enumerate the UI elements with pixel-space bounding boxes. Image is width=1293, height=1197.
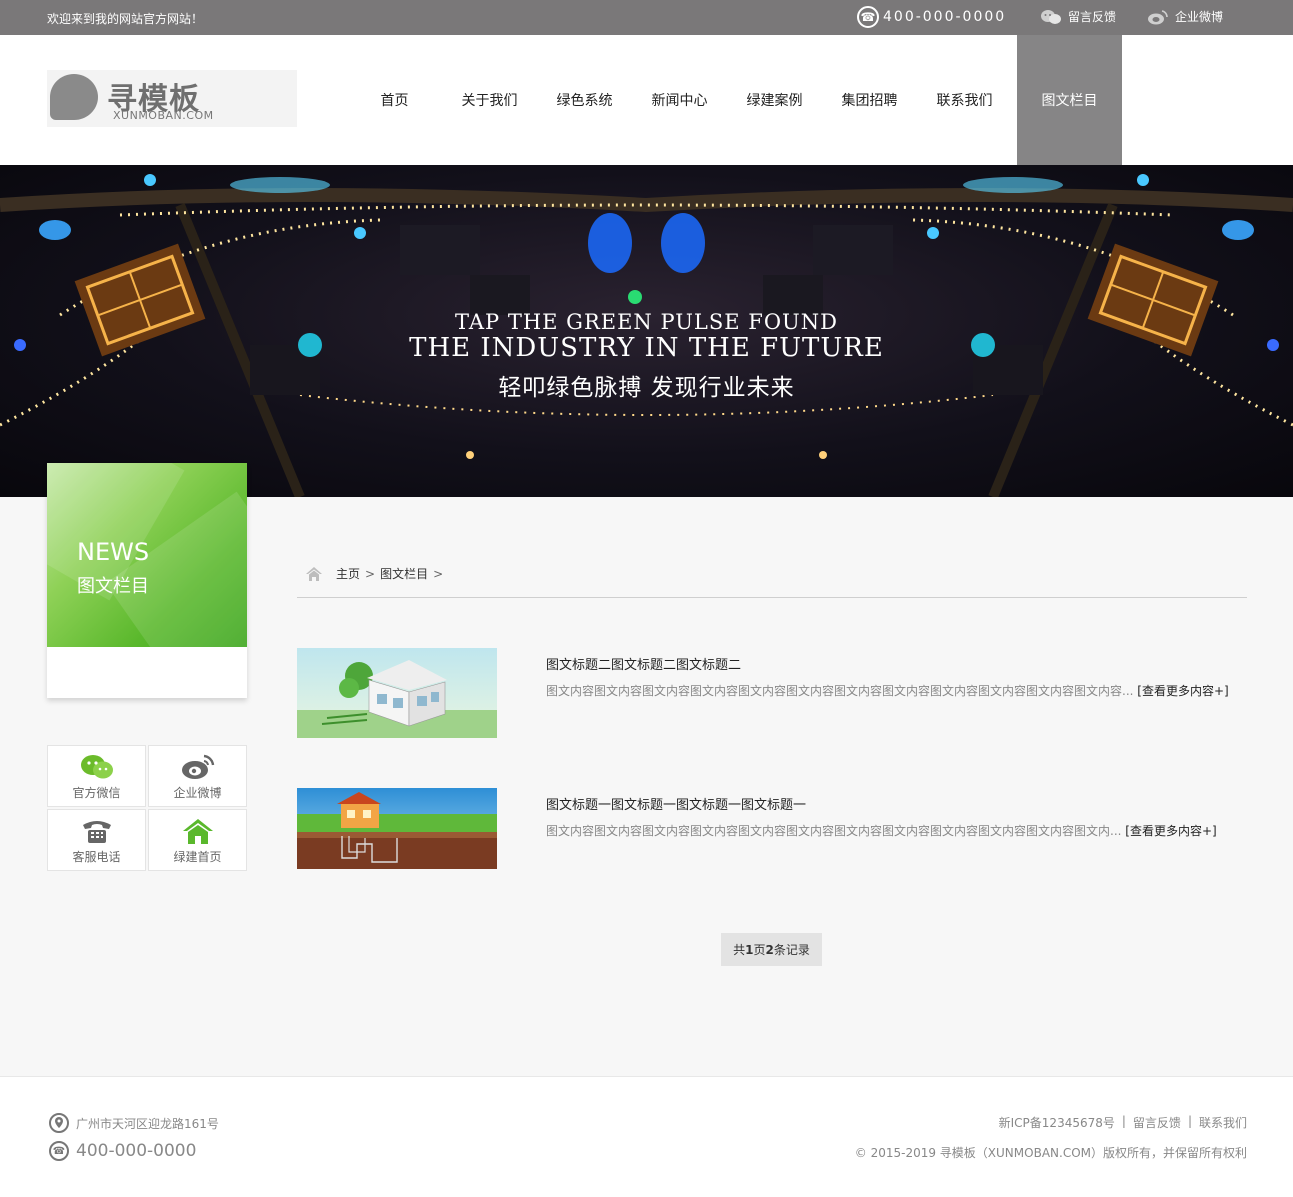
breadcrumb-separator: > (365, 566, 376, 581)
pager-suffix: 条记录 (773, 943, 810, 957)
nav-item-home[interactable]: 首页 (347, 35, 442, 165)
phone-icon: ☎ (857, 6, 879, 28)
footer-phone: ☎ 400-000-0000 (49, 1141, 196, 1161)
top-bar: 欢迎来到我的网站官方网站！ ☎ 400-000-0000 留言反馈 企业微博 (0, 0, 1293, 35)
nav-item-contact[interactable]: 联系我们 (917, 35, 1012, 165)
wechat-icon (1040, 9, 1062, 25)
top-phone-number: 400-000-0000 (883, 9, 1007, 25)
quick-wechat[interactable]: 官方微信 (47, 745, 146, 807)
nav-item-news[interactable]: 新闻中心 (632, 35, 727, 165)
banner-line-1: TAP THE GREEN PULSE FOUND (455, 310, 838, 334)
pager-pages: 1 (745, 942, 754, 957)
footer-address-text: 广州市天河区迎龙路161号 (76, 1116, 219, 1131)
location-pin-icon (49, 1113, 69, 1133)
quick-home-label: 绿建首页 (173, 849, 222, 864)
side-category-card: NEWS 图文栏目 (47, 463, 247, 698)
nav-item-gallery[interactable]: 图文栏目 (1017, 35, 1122, 165)
quick-links: 官方微信 企业微博 客服电话 绿建首页 (47, 745, 247, 871)
home-icon (180, 816, 216, 846)
wechat-icon (79, 752, 115, 782)
category-cn: 图文栏目 (77, 576, 149, 597)
article-thumbnail[interactable] (297, 648, 497, 738)
quick-weibo[interactable]: 企业微博 (148, 745, 247, 807)
quick-wechat-label: 官方微信 (72, 785, 121, 800)
house-image (297, 648, 497, 738)
footer-link-separator: | (1187, 1114, 1192, 1128)
breadcrumb: 主页 > 图文栏目 > (305, 565, 448, 582)
read-more-link[interactable]: [查看更多内容+] (1125, 824, 1216, 838)
header: 寻模板 XUNMOBAN.COM 首页 关于我们 绿色系统 新闻中心 绿建案例 … (0, 35, 1293, 165)
pager-mid: 页 (753, 943, 766, 957)
footer-copyright: © 2015-2019 寻模板（XUNMOBAN.COM）版权所有，并保留所有权… (854, 1146, 1247, 1160)
nav-item-jobs[interactable]: 集团招聘 (822, 35, 917, 165)
nav-item-cases[interactable]: 绿建案例 (727, 35, 822, 165)
weibo-icon (1147, 9, 1169, 25)
quick-home[interactable]: 绿建首页 (148, 809, 247, 871)
main-nav: 首页 关于我们 绿色系统 新闻中心 绿建案例 集团招聘 联系我们 图文栏目 (347, 35, 1122, 165)
pager-prefix: 共 (733, 943, 746, 957)
article-thumbnail[interactable] (297, 788, 497, 869)
footer-link-feedback[interactable]: 留言反馈 (1133, 1114, 1181, 1131)
quick-weibo-label: 企业微博 (173, 785, 222, 800)
banner-line-2: THE INDUSTRY IN THE FUTURE (409, 333, 884, 363)
breadcrumb-divider (297, 597, 1247, 598)
read-more-link[interactable]: [查看更多内容+] (1137, 684, 1228, 698)
nav-item-green-system[interactable]: 绿色系统 (537, 35, 632, 165)
feedback-link[interactable]: 留言反馈 (1040, 8, 1116, 25)
home-icon (305, 566, 323, 582)
footer-phone-number: 400-000-0000 (76, 1141, 197, 1161)
footer-link-separator: | (1121, 1114, 1126, 1128)
telephone-icon (79, 816, 115, 846)
breadcrumb-current[interactable]: 图文栏目 (380, 565, 428, 582)
pager-records: 2 (765, 942, 774, 957)
phone-icon: ☎ (49, 1141, 69, 1161)
list-item: 图文标题一图文标题一图文标题一图文标题一 图文内容图文内容图文内容图文内容图文内… (297, 788, 1247, 869)
breadcrumb-separator: > (433, 566, 444, 581)
logo-sub: XUNMOBAN.COM (113, 109, 214, 122)
quick-phone[interactable]: 客服电话 (47, 809, 146, 871)
pagination-info: 共 1 页 2 条记录 (721, 933, 822, 966)
footer-links: 新ICP备12345678号 | 留言反馈 | 联系我们 (999, 1114, 1247, 1131)
article-desc: 图文内容图文内容图文内容图文内容图文内容图文内容图文内容图文内容图文内容图文内容… (546, 678, 1241, 704)
article-desc-text: 图文内容图文内容图文内容图文内容图文内容图文内容图文内容图文内容图文内容图文内容… (546, 684, 1134, 698)
logo[interactable]: 寻模板 XUNMOBAN.COM (47, 70, 297, 127)
breadcrumb-home[interactable]: 主页 (336, 565, 360, 582)
nav-item-about[interactable]: 关于我们 (442, 35, 537, 165)
footer: 广州市天河区迎龙路161号 ☎ 400-000-0000 新ICP备123456… (0, 1076, 1293, 1197)
top-phone: ☎ 400-000-0000 (857, 6, 1006, 28)
article-desc-text: 图文内容图文内容图文内容图文内容图文内容图文内容图文内容图文内容图文内容图文内容… (546, 824, 1122, 838)
category-en: NEWS (77, 538, 150, 566)
weibo-label: 企业微博 (1175, 10, 1224, 24)
welcome-text: 欢迎来到我的网站官方网站！ (47, 12, 204, 26)
hero-banner: TAP THE GREEN PULSE FOUND THE INDUSTRY I… (0, 165, 1293, 497)
house-image (297, 788, 497, 869)
logo-mark (50, 74, 98, 120)
article-title[interactable]: 图文标题一图文标题一图文标题一图文标题一 (546, 794, 806, 813)
banner-line-3: 轻叩绿色脉搏 发现行业未来 (498, 375, 795, 401)
footer-link-contact[interactable]: 联系我们 (1199, 1114, 1247, 1131)
category-header: NEWS 图文栏目 (47, 463, 247, 647)
article-title[interactable]: 图文标题二图文标题二图文标题二 (546, 654, 741, 673)
footer-address: 广州市天河区迎龙路161号 (49, 1113, 219, 1133)
weibo-icon (180, 752, 216, 782)
weibo-link[interactable]: 企业微博 (1147, 8, 1223, 25)
list-item: 图文标题二图文标题二图文标题二 图文内容图文内容图文内容图文内容图文内容图文内容… (297, 648, 1247, 738)
quick-phone-label: 客服电话 (72, 849, 121, 864)
footer-link-icp[interactable]: 新ICP备12345678号 (999, 1114, 1115, 1131)
feedback-label: 留言反馈 (1068, 10, 1117, 24)
article-desc: 图文内容图文内容图文内容图文内容图文内容图文内容图文内容图文内容图文内容图文内容… (546, 818, 1241, 844)
